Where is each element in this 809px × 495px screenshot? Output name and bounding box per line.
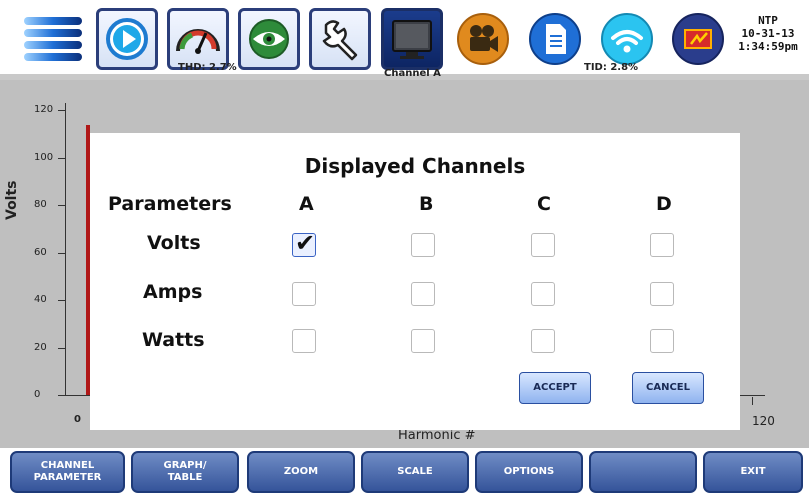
y-tick-label: 60: [34, 246, 47, 258]
tid-readout: TID: 2.8%: [584, 62, 639, 73]
checkbox-volts-b[interactable]: [411, 233, 435, 257]
gauge-icon[interactable]: [167, 8, 229, 70]
displayed-channels-dialog: Displayed Channels Parameters A B C D Vo…: [90, 133, 740, 430]
column-header-c: C: [537, 193, 551, 215]
datetime-display: NTP 10-31-13 1:34:59pm: [733, 14, 803, 53]
y-tick-label: 100: [34, 151, 54, 163]
channel-parameter-button[interactable]: CHANNEL PARAMETER: [10, 451, 125, 493]
row-label-watts: Watts: [142, 329, 205, 351]
bottom-button-bar: CHANNEL PARAMETER GRAPH/ TABLE ZOOM SCAL…: [0, 448, 809, 495]
x-max-tick: [752, 397, 753, 405]
channel-title: Channel A: [384, 68, 441, 79]
wifi-icon[interactable]: [596, 8, 658, 70]
checkbox-amps-a[interactable]: [292, 282, 316, 306]
y-tick-label: 20: [34, 341, 47, 353]
scale-button[interactable]: SCALE: [361, 451, 469, 493]
checkbox-amps-b[interactable]: [411, 282, 435, 306]
x-min-label: 0: [74, 414, 81, 425]
accept-button[interactable]: ACCEPT: [519, 372, 591, 404]
cancel-button[interactable]: CANCEL: [632, 372, 704, 404]
checkbox-watts-c[interactable]: [531, 329, 555, 353]
row-label-amps: Amps: [143, 281, 203, 303]
checkbox-volts-a[interactable]: ✔: [292, 229, 316, 257]
dialog-title: Displayed Channels: [304, 154, 526, 178]
wrench-icon[interactable]: [309, 8, 371, 70]
exit-button[interactable]: EXIT: [703, 451, 803, 493]
menu-lines-icon[interactable]: [22, 8, 84, 70]
document-icon[interactable]: [524, 8, 586, 70]
y-tick-label: 80: [34, 199, 47, 210]
eye-icon[interactable]: [238, 8, 300, 70]
checkbox-volts-d[interactable]: [650, 233, 674, 257]
y-tick-label: 40: [34, 294, 47, 305]
power-icon[interactable]: [667, 8, 729, 70]
play-icon[interactable]: [96, 8, 158, 70]
monitor-icon[interactable]: [381, 8, 443, 70]
y-axis-label: Volts: [4, 180, 20, 220]
time-label: 1:34:59pm: [738, 40, 798, 53]
options-button[interactable]: OPTIONS: [475, 451, 583, 493]
x-max-label: 120: [752, 414, 775, 428]
zoom-button[interactable]: ZOOM: [247, 451, 355, 493]
ntp-label: NTP: [758, 14, 778, 27]
thd-readout: THD: 2.7%: [178, 62, 237, 73]
y-tick-label: 0: [34, 389, 41, 400]
parameters-header: Parameters: [108, 193, 232, 215]
camera-icon[interactable]: [452, 8, 514, 70]
checkbox-watts-a[interactable]: [292, 329, 316, 353]
column-header-a: A: [299, 193, 314, 215]
x-axis-label: Harmonic #: [398, 428, 476, 443]
checkbox-amps-d[interactable]: [650, 282, 674, 306]
checkbox-amps-c[interactable]: [531, 282, 555, 306]
checkmark-icon: ✔: [294, 229, 316, 257]
date-label: 10-31-13: [741, 27, 795, 40]
row-label-volts: Volts: [147, 232, 201, 254]
checkbox-volts-c[interactable]: [531, 233, 555, 257]
graph-table-button[interactable]: GRAPH/ TABLE: [131, 451, 239, 493]
blank-button[interactable]: [589, 451, 697, 493]
y-tick-label: 120: [34, 104, 54, 115]
column-header-b: B: [419, 193, 434, 215]
checkbox-watts-d[interactable]: [650, 329, 674, 353]
checkbox-watts-b[interactable]: [411, 329, 435, 353]
column-header-d: D: [656, 193, 672, 215]
y-axis-line: [65, 103, 66, 395]
